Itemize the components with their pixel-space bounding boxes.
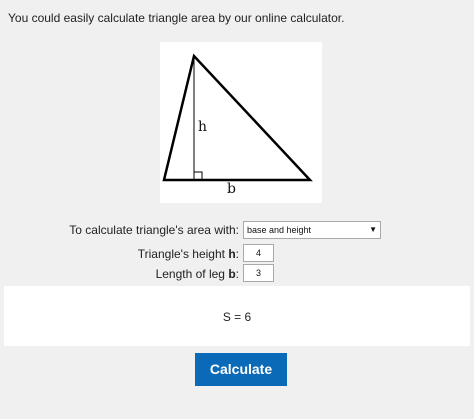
intro-text: You could easily calculate triangle area… xyxy=(8,11,345,25)
leg-field-label: Length of leg b: xyxy=(156,267,239,281)
leg-field-label-prefix: Length of leg xyxy=(155,267,229,281)
method-label: To calculate triangle's area with: xyxy=(69,223,239,237)
height-input[interactable]: 4 xyxy=(243,244,274,262)
calculate-button[interactable]: Calculate xyxy=(195,353,287,386)
triangle-shape xyxy=(162,53,313,182)
triangle-diagram: h b xyxy=(162,53,313,197)
height-field-label: Triangle's height h: xyxy=(138,247,239,261)
leg-input[interactable]: 3 xyxy=(243,264,274,282)
method-select-value: base and height xyxy=(247,225,312,235)
height-field-label-var: h xyxy=(228,247,236,261)
result-panel: S = 6 xyxy=(4,286,470,346)
height-label: h xyxy=(198,119,207,135)
method-select[interactable]: base and height ▼ xyxy=(243,221,381,239)
base-label: b xyxy=(227,181,236,197)
leg-field-label-var: b xyxy=(228,267,236,281)
dropdown-arrow-icon: ▼ xyxy=(369,225,377,234)
height-field-label-suffix: : xyxy=(235,247,239,261)
triangle-figure: h b xyxy=(160,42,322,203)
leg-field-label-suffix: : xyxy=(235,267,239,281)
result-text: S = 6 xyxy=(222,310,252,324)
height-field-label-prefix: Triangle's height xyxy=(137,247,229,261)
